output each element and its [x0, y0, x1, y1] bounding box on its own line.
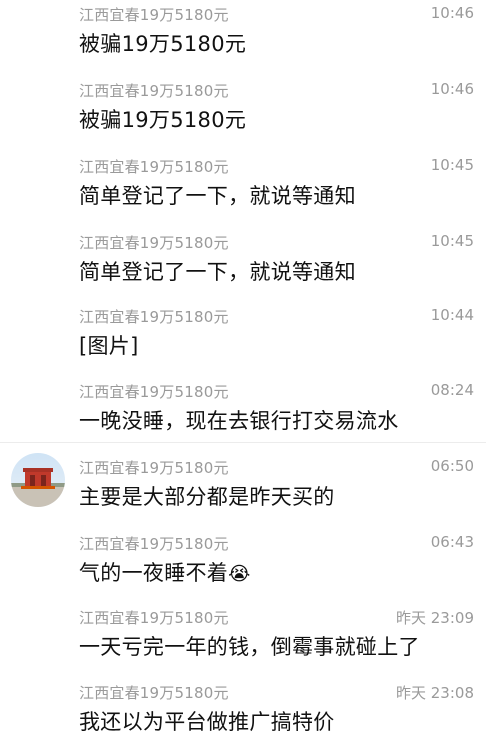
message-time: 10:45 — [430, 232, 474, 250]
message-text: 气的一夜睡不着😭 — [79, 557, 251, 587]
message-time: 昨天 23:08 — [396, 684, 474, 702]
sender-name: 江西宜春19万5180元 — [79, 234, 229, 252]
message-time: 10:46 — [430, 80, 474, 98]
message-item[interactable]: 江西宜春19万5180元 10:45 简单登记了一下，就说等通知 — [0, 228, 486, 304]
message-time: 10:45 — [430, 156, 474, 174]
message-text: 一晚没睡，现在去银行打交易流水 — [79, 409, 399, 433]
sender-name: 江西宜春19万5180元 — [79, 535, 229, 553]
message-text: 简单登记了一下，就说等通知 — [79, 260, 356, 284]
message-text: 被骗19万5180元 — [79, 108, 247, 132]
crying-face-icon: 😭 — [228, 563, 251, 585]
message-text: 主要是大部分都是昨天买的 — [79, 485, 335, 509]
sender-name: 江西宜春19万5180元 — [79, 158, 229, 176]
message-item[interactable]: 江西宜春19万5180元 昨天 23:08 我还以为平台做推广搞特价 — [0, 678, 486, 754]
sender-name: 江西宜春19万5180元 — [79, 308, 229, 326]
message-time: 08:24 — [430, 381, 474, 399]
message-text[interactable]: [图片] — [79, 330, 139, 360]
message-item[interactable]: 江西宜春19万5180元 10:45 简单登记了一下，就说等通知 — [0, 152, 486, 228]
message-time: 06:43 — [430, 533, 474, 551]
sender-name: 江西宜春19万5180元 — [79, 82, 229, 100]
sender-name: 江西宜春19万5180元 — [79, 6, 229, 24]
sender-name: 江西宜春19万5180元 — [79, 609, 229, 627]
sender-name: 江西宜春19万5180元 — [79, 383, 229, 401]
message-item[interactable]: 江西宜春19万5180元 10:46 被骗19万5180元 — [0, 76, 486, 152]
group-divider — [0, 442, 486, 443]
message-time: 06:50 — [430, 457, 474, 475]
message-item[interactable]: 江西宜春19万5180元 06:50 主要是大部分都是昨天买的 — [0, 453, 486, 529]
sender-name: 江西宜春19万5180元 — [79, 459, 229, 477]
message-time: 昨天 23:09 — [396, 609, 474, 627]
message-item[interactable]: 江西宜春19万5180元 10:44 [图片] — [0, 302, 486, 378]
message-time: 10:46 — [430, 4, 474, 22]
message-text: 简单登记了一下，就说等通知 — [79, 184, 356, 208]
message-item[interactable]: 江西宜春19万5180元 昨天 23:09 一天亏完一年的钱，倒霉事就碰上了 — [0, 603, 486, 679]
message-text-body: 气的一夜睡不着 — [79, 561, 229, 585]
message-item[interactable]: 江西宜春19万5180元 10:46 被骗19万5180元 — [0, 0, 486, 76]
message-text: 我还以为平台做推广搞特价 — [79, 710, 335, 734]
message-feed: 江西宜春19万5180元 10:46 被骗19万5180元 江西宜春19万518… — [0, 0, 486, 742]
message-text: 一天亏完一年的钱，倒霉事就碰上了 — [79, 635, 420, 659]
message-item[interactable]: 江西宜春19万5180元 06:43 气的一夜睡不着😭 — [0, 529, 486, 605]
sender-name: 江西宜春19万5180元 — [79, 684, 229, 702]
message-text: 被骗19万5180元 — [79, 32, 247, 56]
message-time: 10:44 — [430, 306, 474, 324]
